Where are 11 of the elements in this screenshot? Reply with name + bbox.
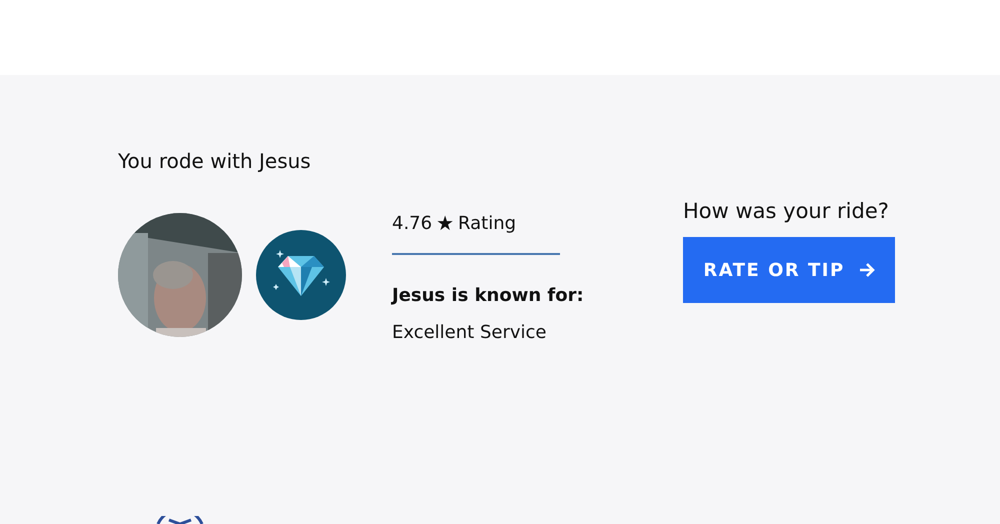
compliment: Excellent Service — [392, 322, 548, 343]
wheel-icon — [155, 516, 205, 524]
rating-value: 4.76 — [392, 212, 432, 234]
section-heading: You rode with Jesus — [118, 148, 312, 175]
rating-label: Rating — [458, 212, 516, 234]
known-for-title: Jesus is known for: — [392, 285, 585, 306]
feedback-question: How was your ride? — [683, 199, 890, 223]
rate-or-tip-button[interactable]: RATE OR TIP — [683, 237, 895, 303]
star-icon: ★ — [436, 211, 454, 235]
diamond-badge-icon — [256, 230, 346, 320]
arrow-right-icon — [858, 262, 875, 278]
